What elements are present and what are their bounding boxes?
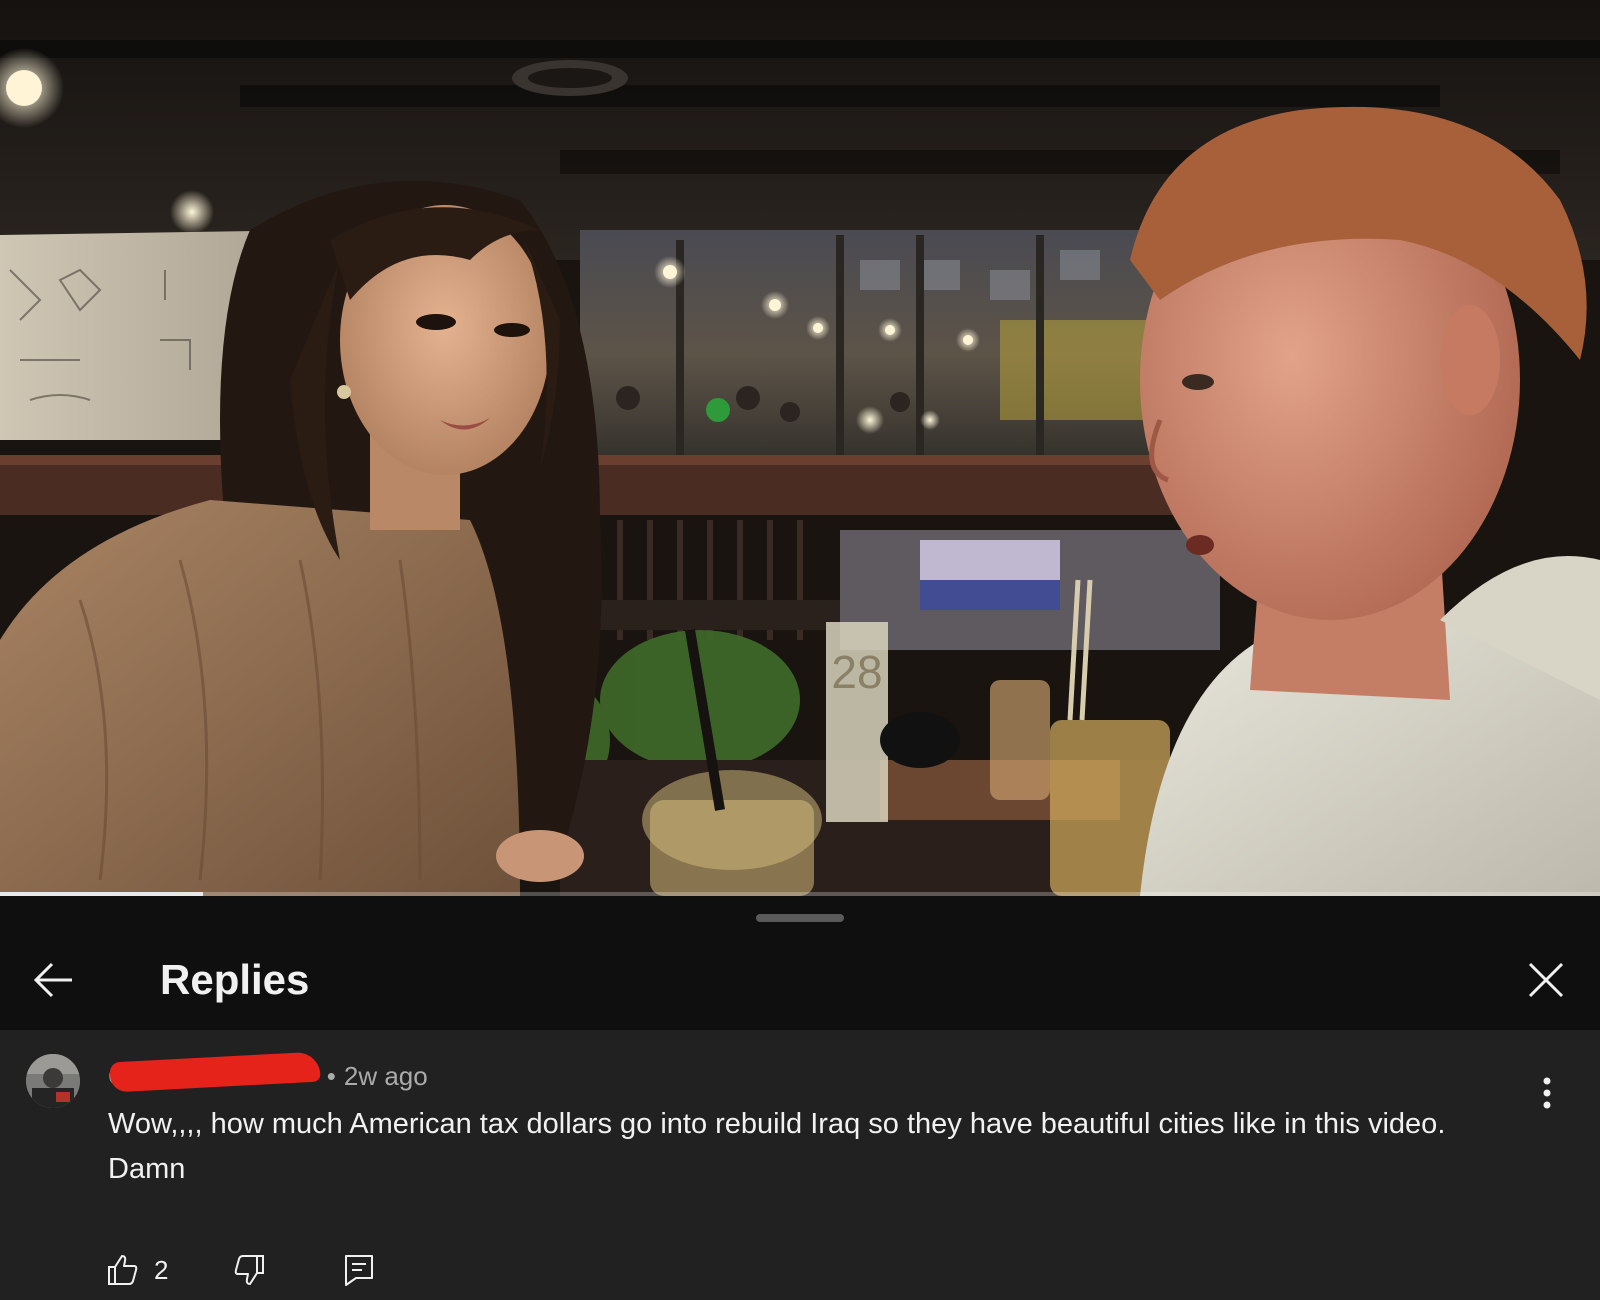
like-button[interactable]: 2 bbox=[106, 1253, 168, 1287]
author-name[interactable]: C bbox=[108, 1051, 323, 1092]
meta-separator: • bbox=[326, 1060, 336, 1091]
replies-panel: Replies C bbox=[0, 896, 1600, 1300]
comment-item: C • 2w ago Wow,,,, how much American tax… bbox=[0, 1030, 1600, 1300]
arrow-left-icon bbox=[33, 962, 72, 998]
page-title: Replies bbox=[160, 956, 310, 1003]
reply-icon bbox=[345, 1255, 374, 1286]
more-options-button[interactable] bbox=[1530, 1066, 1564, 1120]
more-vertical-icon bbox=[1543, 1077, 1551, 1109]
drag-handle[interactable] bbox=[756, 914, 844, 922]
comment-actions: 2 bbox=[106, 1250, 376, 1290]
close-icon bbox=[1528, 962, 1564, 998]
redaction-mark bbox=[109, 1051, 321, 1092]
thumbs-up-icon bbox=[108, 1255, 138, 1285]
close-button[interactable] bbox=[1520, 954, 1572, 1006]
replies-header: Replies bbox=[0, 896, 1600, 1031]
avatar[interactable] bbox=[26, 1054, 80, 1108]
dislike-button[interactable] bbox=[232, 1253, 266, 1287]
reply-button[interactable] bbox=[342, 1253, 376, 1287]
comment-text: Wow,,,, how much American tax dollars go… bbox=[108, 1108, 1446, 1185]
like-count: 2 bbox=[154, 1254, 169, 1285]
youtube-mobile-screen: 28 Replies • 2w ago Wow,,,, how much Ame… bbox=[0, 0, 1600, 1300]
table-number-stand: 28 bbox=[826, 622, 888, 822]
thumbs-down-icon bbox=[235, 1255, 265, 1285]
avatar-image bbox=[26, 1054, 80, 1108]
video-player[interactable]: 28 bbox=[0, 0, 1600, 896]
comment-meta: C • 2w ago bbox=[108, 1051, 428, 1094]
video-frame: 28 bbox=[0, 0, 1600, 896]
man-figure bbox=[1130, 106, 1600, 896]
comment-timestamp: 2w ago bbox=[343, 1060, 428, 1091]
back-button[interactable] bbox=[28, 954, 80, 1006]
table-number-text: 28 bbox=[831, 646, 882, 698]
